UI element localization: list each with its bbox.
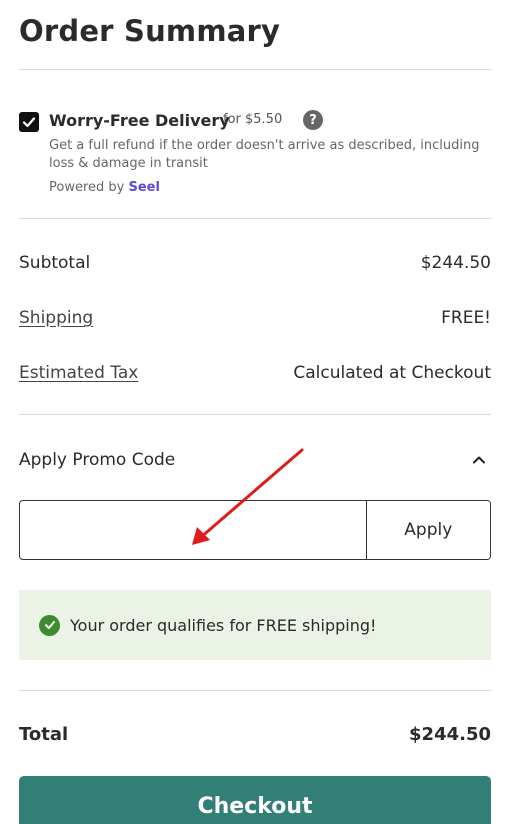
page-title: Order Summary (19, 14, 281, 48)
worry-free-delivery-title: Worry-Free Delivery (49, 111, 230, 130)
free-shipping-notice: Your order qualifies for FREE shipping! (19, 590, 491, 660)
worry-free-delivery-description: Get a full refund if the order doesn't a… (49, 138, 480, 171)
divider (19, 69, 491, 70)
divider (19, 414, 491, 415)
powered-by-prefix: Powered by (49, 180, 125, 195)
promo-code-label: Apply Promo Code (19, 450, 176, 470)
total-label: Total (19, 724, 69, 745)
subtotal-value: $244.50 (420, 253, 491, 273)
promo-code-input[interactable] (20, 501, 366, 559)
promo-code-toggle[interactable]: Apply Promo Code (19, 448, 491, 474)
subtotal-label: Subtotal (19, 253, 91, 273)
chevron-up-icon (473, 456, 485, 464)
seel-brand-link[interactable]: Seel (129, 180, 160, 195)
checkmark-icon (22, 117, 36, 128)
check-circle-icon (39, 614, 60, 636)
worry-free-delivery-price: for $5.50 (223, 112, 283, 127)
divider (19, 218, 491, 219)
divider (19, 690, 491, 691)
free-shipping-text: Your order qualifies for FREE shipping! (70, 615, 377, 635)
apply-promo-button[interactable]: Apply (365, 501, 490, 559)
promo-code-form: Apply (19, 500, 491, 560)
shipping-value: FREE! (441, 308, 491, 328)
help-icon[interactable]: ? (303, 110, 323, 130)
powered-by: Powered by Seel (49, 180, 160, 195)
estimated-tax-link[interactable]: Estimated Tax (19, 363, 138, 383)
shipping-link[interactable]: Shipping (19, 308, 93, 328)
estimated-tax-value: Calculated at Checkout (293, 363, 491, 383)
worry-free-delivery-checkbox[interactable] (19, 112, 39, 132)
total-value: $244.50 (409, 724, 491, 745)
checkout-button[interactable]: Checkout (19, 776, 491, 824)
